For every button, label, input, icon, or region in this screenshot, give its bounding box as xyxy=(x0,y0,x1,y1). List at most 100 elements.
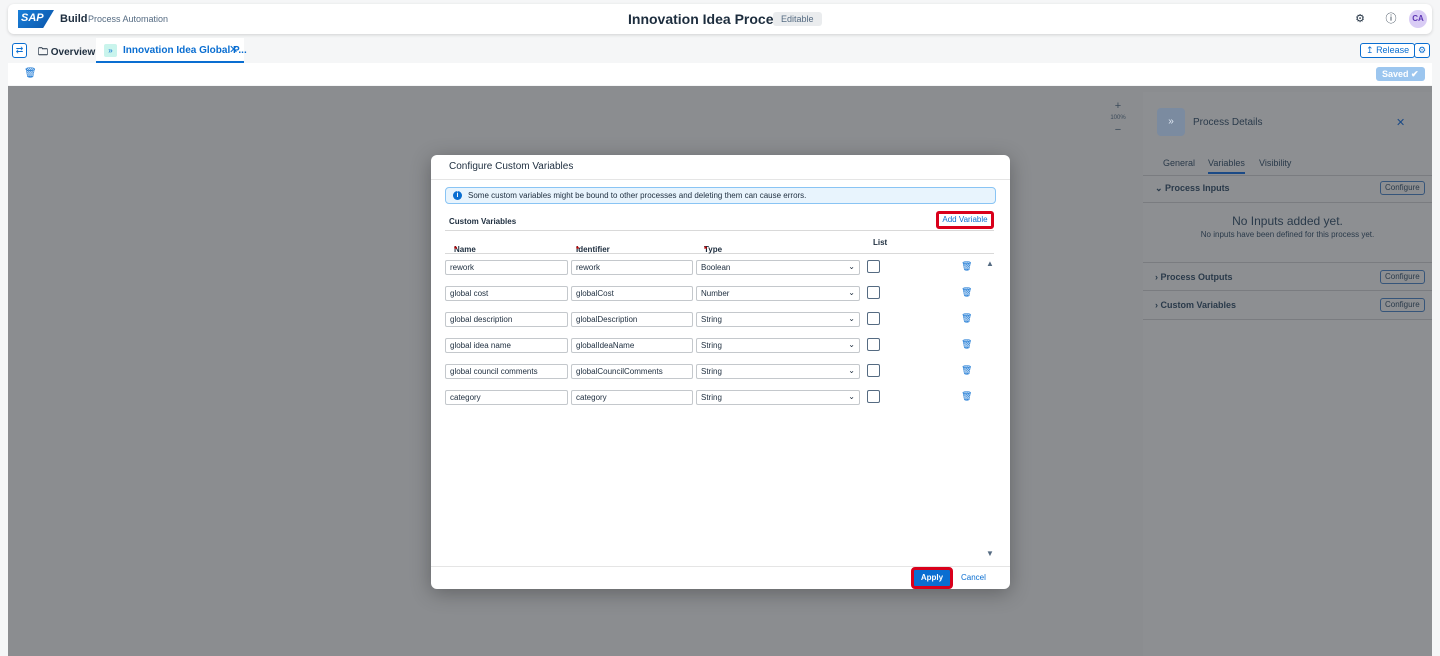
type-select[interactable]: String ⌄ xyxy=(696,390,860,405)
apply-button[interactable]: Apply xyxy=(911,567,953,589)
info-text: Some custom variables might be bound to … xyxy=(468,191,807,200)
name-input[interactable]: global council comments xyxy=(445,364,568,379)
zoom-level[interactable]: 100% xyxy=(1106,115,1130,121)
cancel-button[interactable]: Cancel xyxy=(961,573,986,582)
scroll-down-icon[interactable]: ▼ xyxy=(986,549,994,558)
section-label: › Custom Variables xyxy=(1155,300,1237,310)
empty-title: No Inputs added yet. xyxy=(1232,214,1343,228)
type-value: String xyxy=(701,315,722,324)
section-custom-variables[interactable]: › Custom Variables Configure xyxy=(1143,291,1432,320)
list-checkbox[interactable] xyxy=(867,338,880,351)
empty-inputs-message: No Inputs added yet. No inputs have been… xyxy=(1143,214,1432,239)
zoom-in-button[interactable]: + xyxy=(1106,100,1130,112)
identifier-input[interactable]: category xyxy=(571,390,693,405)
type-value: String xyxy=(701,393,722,402)
help-icon[interactable]: ⓘ xyxy=(1384,12,1398,26)
tab-general[interactable]: General xyxy=(1163,158,1195,168)
avatar[interactable]: CA xyxy=(1409,10,1427,28)
table-header: Name * Identifier * Type * List xyxy=(445,230,994,254)
tab-overview[interactable]: 🗀 Overview xyxy=(38,45,95,62)
status-badge: Editable xyxy=(773,12,822,26)
identifier-input[interactable]: globalCouncilComments xyxy=(571,364,693,379)
tab-overview-label: Overview xyxy=(50,47,96,58)
scroll-up-icon[interactable]: ▲ xyxy=(986,259,994,268)
process-details-panel: » Process Details ✕ General Variables Vi… xyxy=(1143,92,1432,656)
table-row: global idea name globalIdeaName String ⌄ … xyxy=(445,338,985,354)
name-input[interactable]: rework xyxy=(445,260,568,275)
settings-button[interactable]: ⚙ xyxy=(1414,43,1430,58)
type-select[interactable]: String ⌄ xyxy=(696,312,860,327)
add-variable-button[interactable]: Add Variable xyxy=(936,211,994,229)
list-checkbox[interactable] xyxy=(867,390,880,403)
gear-icon: ⚙ xyxy=(1417,45,1427,55)
notifications-icon[interactable]: ⚙ xyxy=(1353,12,1367,26)
type-value: String xyxy=(701,341,722,350)
type-value: Boolean xyxy=(701,263,731,272)
delete-icon[interactable]: 🗑 xyxy=(961,339,972,350)
table-row: global description globalDescription Str… xyxy=(445,312,985,328)
chevron-down-icon: ⌄ xyxy=(848,314,855,323)
list-checkbox[interactable] xyxy=(867,364,880,377)
sap-logo[interactable]: SAP xyxy=(18,10,54,28)
delete-icon[interactable]: 🗑 xyxy=(961,261,972,272)
section-process-inputs[interactable]: ⌄ Process Inputs Configure xyxy=(1143,174,1432,203)
configure-outputs-button[interactable]: Configure xyxy=(1380,270,1425,284)
name-input[interactable]: global cost xyxy=(445,286,568,301)
tab-variables[interactable]: Variables xyxy=(1208,158,1245,174)
table-row: rework rework Boolean ⌄ 🗑 xyxy=(445,260,985,276)
saved-button[interactable]: Saved ✔ xyxy=(1376,67,1425,81)
chevron-down-icon: ⌄ xyxy=(848,288,855,297)
list-checkbox[interactable] xyxy=(867,286,880,299)
name-input[interactable]: category xyxy=(445,390,568,405)
tab-bar: ⇄ 🗀 Overview » Innovation Idea Global P.… xyxy=(0,38,1440,63)
product-name: Process Automation xyxy=(88,14,169,24)
type-select[interactable]: String ⌄ xyxy=(696,338,860,353)
dialog-title: Configure Custom Variables xyxy=(449,161,574,172)
tab-process[interactable]: » Innovation Idea Global P... ✕ xyxy=(96,38,247,63)
zoom-out-button[interactable]: − xyxy=(1106,124,1130,136)
list-checkbox[interactable] xyxy=(867,312,880,325)
upload-icon: ↥ xyxy=(1366,45,1374,55)
identifier-input[interactable]: globalCost xyxy=(571,286,693,301)
section-label: ⌄ Process Inputs xyxy=(1155,183,1230,193)
info-message-strip: i Some custom variables might be bound t… xyxy=(445,187,996,204)
divider xyxy=(431,179,1010,180)
release-label: Release xyxy=(1376,45,1410,55)
process-icon: » xyxy=(104,44,117,57)
type-select[interactable]: Number ⌄ xyxy=(696,286,860,301)
delete-icon[interactable]: 🗑 xyxy=(961,391,972,402)
configure-variables-dialog: Configure Custom Variables i Some custom… xyxy=(431,155,1010,589)
identifier-input[interactable]: globalIdeaName xyxy=(571,338,693,353)
delete-icon[interactable]: 🗑 xyxy=(961,287,972,298)
table-row: global council comments globalCouncilCom… xyxy=(445,364,985,380)
type-select[interactable]: String ⌄ xyxy=(696,364,860,379)
editor-toolbar: 🗑 Saved ✔ xyxy=(8,63,1432,85)
release-button[interactable]: ↥ Release xyxy=(1360,43,1416,58)
chevron-down-icon: ⌄ xyxy=(848,392,855,401)
page-title: Innovation Idea Process xyxy=(628,11,790,27)
identifier-input[interactable]: rework xyxy=(571,260,693,275)
panel-title: Process Details xyxy=(1193,117,1263,128)
tab-visibility[interactable]: Visibility xyxy=(1259,158,1291,168)
folder-icon: 🗀 xyxy=(38,47,48,58)
saved-label: Saved xyxy=(1382,69,1409,79)
toggle-sidebar-button[interactable]: ⇄ xyxy=(12,43,27,58)
delete-icon[interactable]: 🗑 xyxy=(961,313,972,324)
close-icon[interactable]: ✕ xyxy=(229,43,238,56)
list-checkbox[interactable] xyxy=(867,260,880,273)
configure-inputs-button[interactable]: Configure xyxy=(1380,181,1425,195)
delete-icon[interactable]: 🗑 xyxy=(24,68,37,79)
check-icon: ✔ xyxy=(1411,69,1419,79)
empty-subtitle: No inputs have been defined for this pro… xyxy=(1200,230,1375,239)
zoom-controls: + 100% − xyxy=(1106,100,1130,152)
name-input[interactable]: global idea name xyxy=(445,338,568,353)
name-input[interactable]: global description xyxy=(445,312,568,327)
type-value: String xyxy=(701,367,722,376)
panel-tabs: General Variables Visibility xyxy=(1143,156,1432,176)
delete-icon[interactable]: 🗑 xyxy=(961,365,972,376)
close-icon[interactable]: ✕ xyxy=(1396,116,1405,129)
configure-variables-button[interactable]: Configure xyxy=(1380,298,1425,312)
identifier-input[interactable]: globalDescription xyxy=(571,312,693,327)
type-select[interactable]: Boolean ⌄ xyxy=(696,260,860,275)
section-process-outputs[interactable]: › Process Outputs Configure xyxy=(1143,262,1432,291)
